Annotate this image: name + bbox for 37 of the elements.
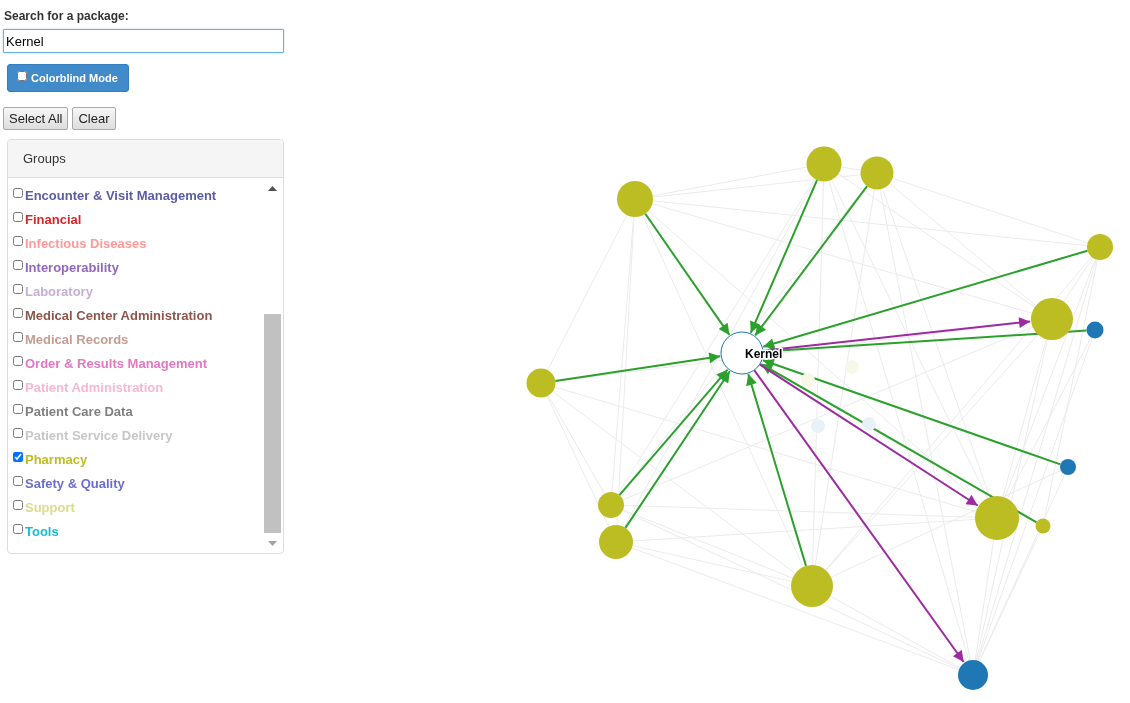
checkbox[interactable] <box>13 476 23 486</box>
group-label[interactable]: Financial <box>25 211 82 227</box>
group-label[interactable]: Medical Records <box>25 331 129 347</box>
checkbox[interactable] <box>13 380 23 390</box>
scrollbar-thumb[interactable] <box>264 314 281 533</box>
checkbox[interactable] <box>13 428 23 438</box>
colorblind-mode-button[interactable]: Colorblind Mode <box>7 64 129 92</box>
group-label[interactable]: Safety & Quality <box>25 475 125 491</box>
checkbox[interactable] <box>13 404 23 414</box>
group-label[interactable]: Order & Results Management <box>25 355 208 371</box>
search-label: Search for a package: <box>4 8 129 24</box>
checkbox[interactable] <box>17 70 27 81</box>
group-label[interactable]: Patient Care Data <box>25 403 133 419</box>
group-label[interactable]: Infectious Diseases <box>25 235 147 251</box>
checkbox[interactable] <box>13 356 23 366</box>
triangle-down-icon <box>268 540 277 546</box>
checkbox[interactable] <box>13 308 23 318</box>
group-label[interactable]: Pharmacy <box>25 451 88 467</box>
group-label[interactable]: Encounter & Visit Management <box>25 187 217 203</box>
panel-header: Groups <box>8 140 283 178</box>
group-label[interactable]: Tools <box>25 523 59 539</box>
triangle-up-icon <box>268 185 277 191</box>
checkbox[interactable] <box>13 452 23 462</box>
checkbox[interactable] <box>13 284 23 294</box>
group-label[interactable]: Medical Center Administration <box>25 307 213 323</box>
checkbox[interactable] <box>13 188 23 198</box>
checkbox[interactable] <box>13 500 23 510</box>
checkbox[interactable] <box>13 212 23 222</box>
checkbox[interactable] <box>13 332 23 342</box>
search-field[interactable]: Kernel <box>3 29 284 53</box>
checkbox[interactable] <box>13 260 23 270</box>
select-all-button[interactable]: Select All <box>3 107 69 130</box>
checkbox[interactable] <box>13 524 23 534</box>
group-label[interactable]: Laboratory <box>25 283 93 299</box>
group-label[interactable]: Interoperability <box>25 259 119 275</box>
clear-button[interactable]: Clear <box>72 107 116 130</box>
checkbox[interactable] <box>13 236 23 246</box>
